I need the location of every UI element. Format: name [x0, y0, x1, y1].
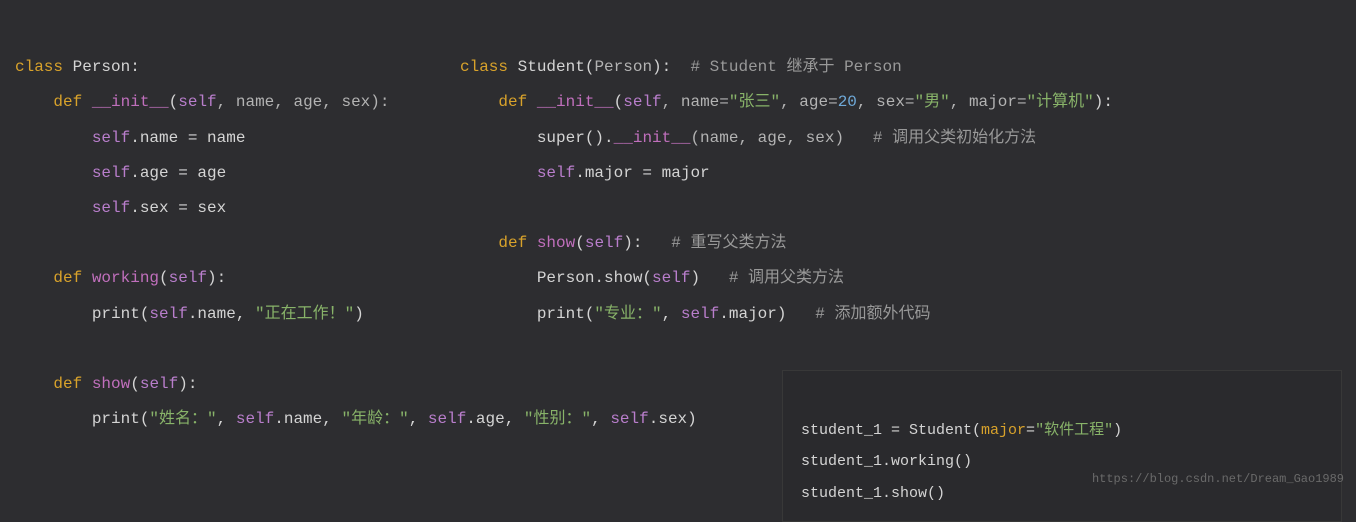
- string: "年龄：": [341, 410, 408, 428]
- class-name: Person: [63, 58, 130, 76]
- params: , name, age, sex):: [217, 93, 390, 111]
- self: self: [236, 410, 274, 428]
- string: "男": [915, 93, 950, 111]
- keyword-def: def: [53, 375, 82, 393]
- comment: # Student 继承于 Person: [671, 58, 901, 76]
- colon: :: [130, 58, 140, 76]
- print: print(: [92, 305, 150, 323]
- keyword-def: def: [53, 269, 82, 287]
- comment: # 调用父类方法: [700, 269, 844, 287]
- string: "姓名：": [149, 410, 216, 428]
- string: "计算机": [1027, 93, 1094, 111]
- self: self: [610, 410, 648, 428]
- close: ): [1113, 422, 1122, 439]
- watermark: https://blog.csdn.net/Dream_Gao1989: [1092, 466, 1344, 492]
- args: (name, age, sex): [690, 129, 844, 147]
- self: self: [623, 93, 661, 111]
- fn-working: working: [82, 269, 159, 287]
- close: ): [690, 269, 700, 287]
- comma: ,: [662, 305, 681, 323]
- code-block-student: class Student(Person): # Student 继承于 Per…: [460, 15, 1113, 332]
- close: ):: [1094, 93, 1113, 111]
- code-block-usage: student_1 = Student(major="软件工程") studen…: [782, 370, 1342, 522]
- close: ):: [178, 375, 197, 393]
- comma: ,: [217, 410, 236, 428]
- eq: =: [1026, 422, 1035, 439]
- self: self: [681, 305, 719, 323]
- attr: .sex): [649, 410, 697, 428]
- comma: ,: [591, 410, 610, 428]
- close: ): [354, 305, 364, 323]
- paren: (: [575, 234, 585, 252]
- print: print(: [92, 410, 150, 428]
- assign: .name = name: [130, 129, 245, 147]
- paren: (: [159, 269, 169, 287]
- comma: ,: [409, 410, 428, 428]
- call: ().: [585, 129, 614, 147]
- stmt: student_1.show(): [801, 485, 945, 502]
- self: self: [92, 129, 130, 147]
- stmt: student_1.working(): [801, 453, 972, 470]
- self: self: [178, 93, 216, 111]
- self: self: [140, 375, 178, 393]
- attr: .name,: [274, 410, 341, 428]
- attr: .age,: [466, 410, 524, 428]
- self: self: [92, 164, 130, 182]
- param: , sex=: [857, 93, 915, 111]
- self: self: [428, 410, 466, 428]
- keyword-class: class: [460, 58, 508, 76]
- string: "张三": [729, 93, 780, 111]
- self: self: [169, 269, 207, 287]
- self: self: [537, 164, 575, 182]
- close: ):: [652, 58, 671, 76]
- keyword-def: def: [53, 93, 82, 111]
- self: self: [585, 234, 623, 252]
- paren: (: [130, 375, 140, 393]
- keyword-def: def: [498, 234, 527, 252]
- super: super: [537, 129, 585, 147]
- assign: .age = age: [130, 164, 226, 182]
- comment: # 调用父类初始化方法: [844, 129, 1036, 147]
- attr: .name,: [188, 305, 255, 323]
- paren: (: [585, 58, 595, 76]
- base-class: Person: [594, 58, 652, 76]
- keyword-def: def: [498, 93, 527, 111]
- kwarg-major: major: [981, 422, 1026, 439]
- param: , age=: [780, 93, 838, 111]
- param: , major=: [950, 93, 1027, 111]
- self: self: [92, 199, 130, 217]
- string: "性别：": [524, 410, 591, 428]
- string: "正在工作！": [255, 305, 354, 323]
- string: "软件工程": [1035, 422, 1113, 439]
- close: ):: [623, 234, 642, 252]
- paren: (: [169, 93, 179, 111]
- keyword-class: class: [15, 58, 63, 76]
- fn-show: show: [527, 234, 575, 252]
- fn-init: __init__: [527, 93, 613, 111]
- fn-show: show: [82, 375, 130, 393]
- attr: .major): [719, 305, 786, 323]
- assign: .sex = sex: [130, 199, 226, 217]
- paren: (: [614, 93, 624, 111]
- param: , name=: [662, 93, 729, 111]
- fn-init: __init__: [82, 93, 168, 111]
- person-show: Person.show(: [537, 269, 652, 287]
- string: "专业：": [594, 305, 661, 323]
- self: self: [652, 269, 690, 287]
- comment: # 添加额外代码: [786, 305, 930, 323]
- number: 20: [838, 93, 857, 111]
- self: self: [149, 305, 187, 323]
- close: ):: [207, 269, 226, 287]
- comment: # 重写父类方法: [642, 234, 786, 252]
- print: print(: [537, 305, 595, 323]
- class-name: Student: [508, 58, 585, 76]
- assign: .major = major: [575, 164, 709, 182]
- fn-init: __init__: [614, 129, 691, 147]
- stmt: student_1 = Student(: [801, 422, 981, 439]
